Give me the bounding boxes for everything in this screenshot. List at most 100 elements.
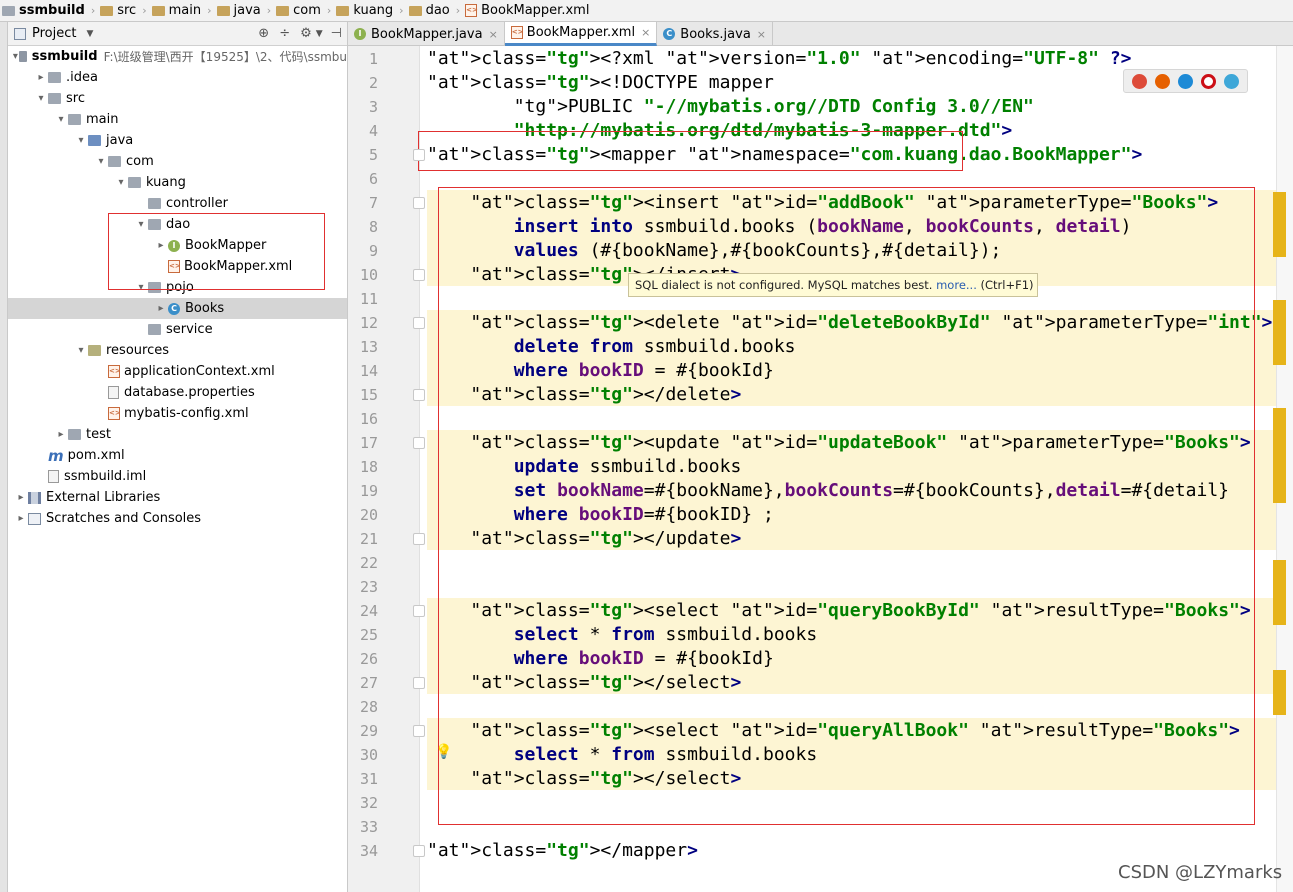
- scrollbar-marker[interactable]: [1273, 408, 1286, 503]
- safari-icon[interactable]: [1178, 73, 1193, 89]
- chevron-down-icon[interactable]: ▾: [11, 51, 19, 62]
- hide-panel-icon[interactable]: ⊣: [331, 26, 342, 41]
- fold-marker-icon[interactable]: [413, 533, 425, 545]
- tree-item-external-libraries[interactable]: ▸ External Libraries: [8, 487, 347, 508]
- collapse-icon[interactable]: ÷: [279, 26, 290, 41]
- fold-marker-icon[interactable]: [413, 677, 425, 689]
- fold-marker-icon[interactable]: [413, 197, 425, 209]
- folder-icon: [48, 93, 61, 104]
- tree-item-com[interactable]: ▾ com: [8, 151, 347, 172]
- folder-icon: [408, 5, 422, 16]
- folder-icon: [151, 5, 165, 16]
- fold-marker-icon[interactable]: [413, 725, 425, 737]
- breadcrumb-item[interactable]: com: [274, 0, 324, 21]
- breadcrumb-item[interactable]: kuang: [334, 0, 396, 21]
- intention-bulb-icon[interactable]: 💡: [435, 744, 452, 760]
- tree-item-label: External Libraries: [46, 490, 161, 505]
- annotation-box-namespace: [418, 131, 963, 171]
- fold-marker-icon[interactable]: [413, 845, 425, 857]
- tab-bookmapper-xml[interactable]: <> BookMapper.xml ×: [504, 22, 658, 46]
- breadcrumb-item[interactable]: ssmbuild: [0, 0, 88, 21]
- code-line[interactable]: "tg">PUBLIC "-//mybatis.org//DTD Config …: [427, 95, 1034, 119]
- tree-item-ssmbuild[interactable]: ▾ ssmbuild F:\班级管理\西开【19525】\2、代码\ssmbu: [8, 46, 347, 67]
- line-number: 10: [359, 266, 378, 284]
- firefox-icon[interactable]: [1155, 73, 1170, 89]
- breadcrumb-label: BookMapper.xml: [481, 3, 590, 18]
- chevron-down-icon[interactable]: ▾: [74, 345, 88, 356]
- tree-item-src[interactable]: ▾ src: [8, 88, 347, 109]
- scrollbar-marker[interactable]: [1273, 670, 1286, 715]
- breadcrumb-item[interactable]: <> BookMapper.xml: [463, 0, 592, 21]
- tree-item-resources[interactable]: ▾ resources: [8, 340, 347, 361]
- fold-marker-icon[interactable]: [413, 269, 425, 281]
- chevron-down-icon[interactable]: ▾: [74, 135, 88, 146]
- line-number: 16: [359, 410, 378, 428]
- code-line[interactable]: "at">class="tg"><!DOCTYPE mapper: [427, 71, 774, 95]
- tab-books-java[interactable]: C Books.java ×: [657, 22, 774, 46]
- tree-item-test[interactable]: ▸ test: [8, 424, 347, 445]
- breadcrumb-item[interactable]: java: [215, 0, 264, 21]
- tree-item-ssmbuild-iml[interactable]: ssmbuild.iml: [8, 466, 347, 487]
- tab-label: BookMapper.java: [371, 26, 483, 42]
- chevron-down-icon[interactable]: ▾: [34, 93, 48, 104]
- chevron-right-icon[interactable]: ▸: [34, 72, 48, 83]
- tree-item--idea[interactable]: ▸ .idea: [8, 67, 347, 88]
- line-number: 20: [359, 506, 378, 524]
- line-number: 7: [368, 194, 378, 212]
- tree-item-main[interactable]: ▾ main: [8, 109, 347, 130]
- breadcrumb-item[interactable]: dao: [407, 0, 453, 21]
- tree-item-mybatis-config-xml[interactable]: <> mybatis-config.xml: [8, 403, 347, 424]
- breadcrumb-item[interactable]: src: [98, 0, 139, 21]
- folder-icon: [68, 114, 81, 125]
- tree-item-kuang[interactable]: ▾ kuang: [8, 172, 347, 193]
- chevron-down-icon[interactable]: ▾: [54, 114, 68, 125]
- tab-bookmapper-java[interactable]: I BookMapper.java ×: [348, 22, 505, 46]
- code-line[interactable]: "at">class="tg"><?xml "at">version="1.0"…: [427, 47, 1132, 71]
- chevron-down-icon[interactable]: ▾: [114, 177, 128, 188]
- line-number: 34: [359, 842, 378, 860]
- tree-item-database-properties[interactable]: database.properties: [8, 382, 347, 403]
- fold-marker-icon[interactable]: [413, 437, 425, 449]
- tree-item-label: pom.xml: [67, 448, 125, 463]
- tree-item-scratches-and-consoles[interactable]: ▸ Scratches and Consoles: [8, 508, 347, 529]
- chevron-right-icon[interactable]: ▸: [54, 429, 68, 440]
- chevron-down-icon[interactable]: ▼: [86, 29, 93, 39]
- annotation-box-statements: [438, 187, 1255, 825]
- breadcrumb-item[interactable]: main: [150, 0, 204, 21]
- scrollbar-marker[interactable]: [1273, 560, 1286, 625]
- tool-window-strip[interactable]: [0, 22, 8, 892]
- close-icon[interactable]: ×: [489, 28, 498, 41]
- chevron-right-icon[interactable]: ▸: [154, 303, 168, 314]
- breadcrumb-separator: ›: [455, 4, 461, 17]
- tree-item-books[interactable]: ▸ C Books: [8, 298, 347, 319]
- tree-item-controller[interactable]: controller: [8, 193, 347, 214]
- tree-item-service[interactable]: service: [8, 319, 347, 340]
- scrollbar-marker[interactable]: [1273, 192, 1286, 257]
- close-icon[interactable]: ×: [641, 26, 650, 39]
- fold-marker-icon[interactable]: [413, 389, 425, 401]
- chevron-right-icon[interactable]: ▸: [14, 492, 28, 503]
- fold-marker-icon[interactable]: [413, 317, 425, 329]
- locate-icon[interactable]: ⊕: [258, 26, 269, 41]
- breadcrumb-label: main: [168, 3, 202, 18]
- fold-marker-icon[interactable]: [413, 149, 425, 161]
- chrome-icon[interactable]: [1132, 73, 1147, 89]
- tree-item-applicationcontext-xml[interactable]: <> applicationContext.xml: [8, 361, 347, 382]
- breadcrumb-label: src: [117, 3, 137, 18]
- chevron-right-icon[interactable]: ▸: [14, 513, 28, 524]
- fold-marker-icon[interactable]: [413, 605, 425, 617]
- breadcrumb-label: kuang: [353, 3, 394, 18]
- tree-item-java[interactable]: ▾ java: [8, 130, 347, 151]
- package-icon: [108, 156, 121, 167]
- close-icon[interactable]: ×: [757, 28, 766, 41]
- scrollbar-marker[interactable]: [1273, 300, 1286, 365]
- ie-icon[interactable]: [1224, 73, 1239, 89]
- project-view-label[interactable]: Project: [32, 26, 76, 41]
- code-line[interactable]: "at">class="tg"></mapper>: [427, 839, 698, 863]
- tree-item-pom-xml[interactable]: m pom.xml: [8, 445, 347, 466]
- maven-icon: m: [48, 446, 64, 465]
- chevron-down-icon[interactable]: ▾: [94, 156, 108, 167]
- opera-icon[interactable]: [1201, 73, 1216, 89]
- chevron-down-icon[interactable]: ▼: [316, 29, 323, 39]
- gear-icon[interactable]: ⚙: [300, 26, 312, 41]
